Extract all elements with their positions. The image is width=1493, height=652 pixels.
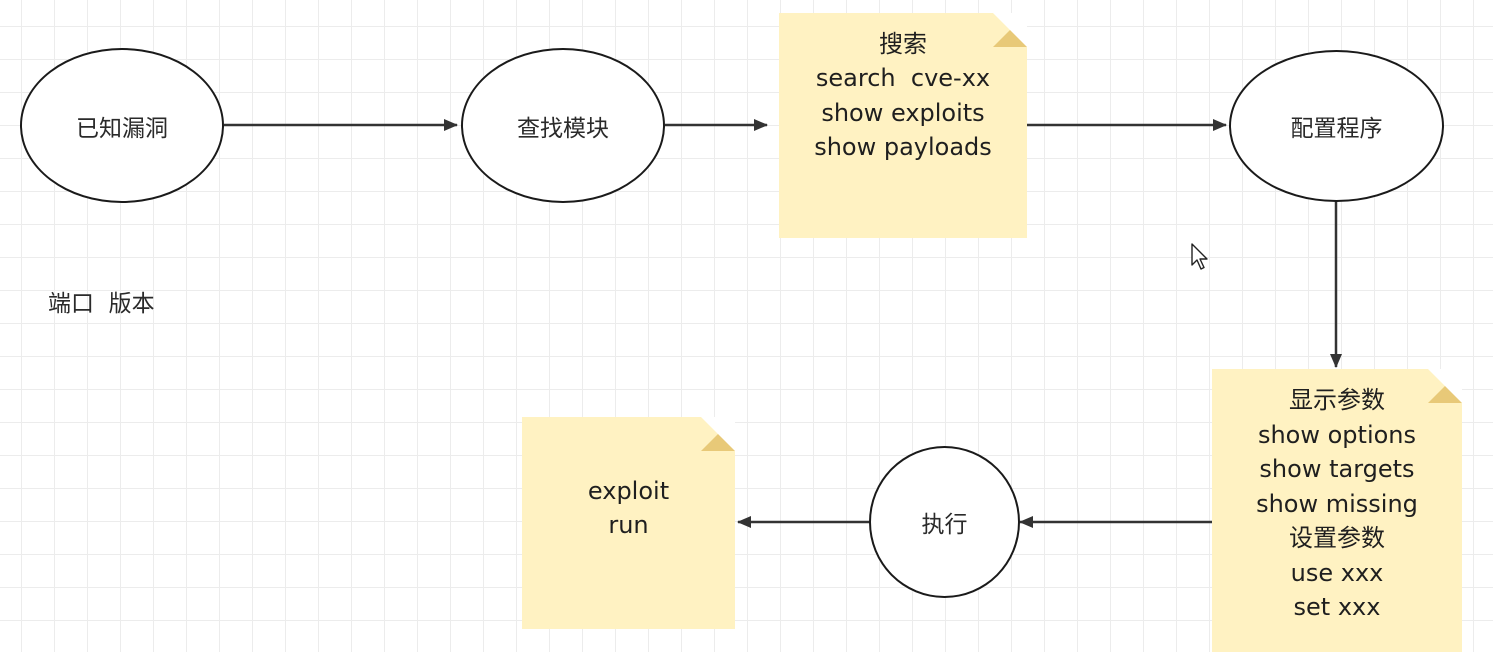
note-search-line: search cve-xx [815,64,991,92]
node-configure-program[interactable]: 配置程序 [1229,50,1444,202]
note-search-line: show payloads [814,133,992,161]
mouse-pointer-icon [1191,243,1208,270]
node-find-module-label: 查找模块 [517,115,609,142]
note-options-line: 设置参数 [1289,524,1385,552]
note-options[interactable]: 显示参数 show options show targets show miss… [1212,369,1462,652]
note-options-line: show options [1257,420,1417,449]
note-options-line: 显示参数 [1289,386,1385,414]
node-execute[interactable]: 执行 [869,446,1020,598]
note-options-line: use xxx [1290,558,1384,587]
note-options-line: set xxx [1293,593,1381,621]
node-configure-program-label: 配置程序 [1290,116,1383,142]
diagram-canvas: 已知漏洞 查找模块 配置程序 执行 搜索 search cve-xx show … [0,0,1493,652]
note-search-line: 搜索 [879,29,927,58]
note-search-line: show exploits [821,98,985,127]
note-options-line: show missing [1256,489,1418,518]
node-known-vulnerability-label: 已知漏洞 [76,115,168,142]
node-execute-label: 执行 [921,512,968,538]
node-find-module[interactable]: 查找模块 [461,48,665,203]
note-exploit-line: exploit [587,476,670,505]
note-exploit-line: run [608,511,649,539]
free-text-port-version[interactable]: 端口 版本 [48,284,155,318]
note-search[interactable]: 搜索 search cve-xx show exploits show payl… [779,13,1027,238]
node-known-vulnerability[interactable]: 已知漏洞 [20,48,224,203]
note-options-line: show targets [1259,455,1415,483]
note-exploit[interactable]: exploit run [522,417,735,629]
